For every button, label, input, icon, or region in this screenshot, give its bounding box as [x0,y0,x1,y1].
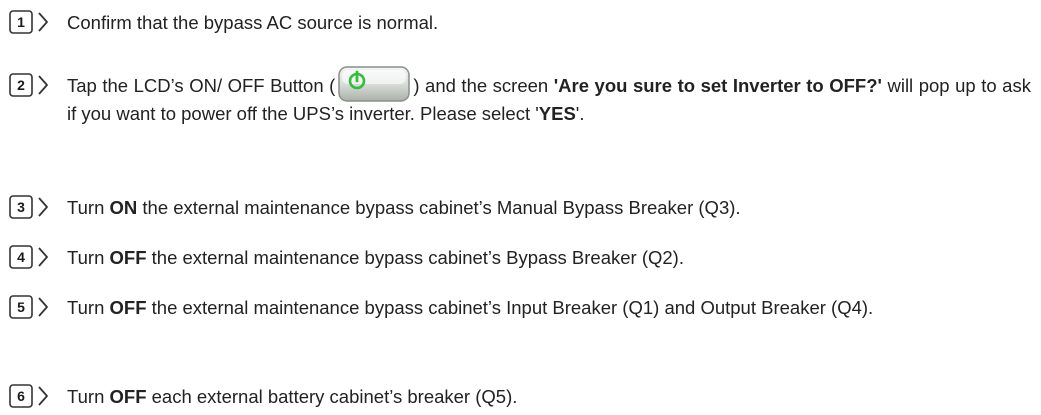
confirmation-dialog-text: 'Are you sure to set Inverter to OFF?' [553,75,882,96]
step-5: 5 Turn OFF the external maintenance bypa… [9,294,1031,322]
step-number: 3 [17,199,25,215]
step-2: 2 Tap the LCD’s ON/ OFF Button ( ) and t… [9,66,1031,128]
step-number-badge: 3 [9,195,55,219]
step-text: Turn OFF the external maintenance bypass… [67,294,1031,322]
step-4: 4 Turn OFF the external maintenance bypa… [9,244,1031,272]
step-text-segment: ) and the screen [413,75,554,96]
step-text: Confirm that the bypass AC source is nor… [67,9,1031,37]
action-keyword: ON [109,197,138,218]
step-text-segment: Turn [67,297,110,318]
step-text: Turn ON the external maintenance bypass … [67,194,1031,222]
step-number-badge: 4 [9,245,55,269]
step-text-segment: the external maintenance bypass cabinet’… [146,297,874,318]
step-text-segment: Confirm that the bypass AC source is nor… [67,12,439,33]
step-text-segment: Turn [67,247,110,268]
step-text-segment: Tap the LCD’s ON/ OFF Button ( [67,75,336,96]
step-number: 1 [17,14,25,30]
lcd-on-off-button-image [337,64,411,104]
step-text: Turn OFF the external maintenance bypass… [67,244,1031,272]
step-1: 1 Confirm that the bypass AC source is n… [9,9,1031,37]
step-text-segment: the external maintenance bypass cabinet’… [137,197,741,218]
step-number-badge: 5 [9,295,55,319]
step-3: 3 Turn ON the external maintenance bypas… [9,194,1031,222]
step-text-segment: Turn [67,386,110,407]
step-6: 6 Turn OFF each external battery cabinet… [9,383,1031,411]
power-icon [338,66,411,102]
step-number: 6 [17,388,25,404]
action-keyword: OFF [109,297,147,318]
step-number: 4 [17,249,25,265]
step-text-segment: each external battery cabinet’s breaker … [146,386,518,407]
action-keyword: OFF [109,386,147,407]
step-number: 2 [17,77,25,93]
step-text: Tap the LCD’s ON/ OFF Button ( ) and the… [67,66,1031,128]
step-number-badge: 2 [9,73,55,97]
step-number-badge: 1 [9,10,55,34]
step-text-segment: the external maintenance bypass cabinet’… [146,247,684,268]
step-text-segment: Turn [67,197,110,218]
step-text: Turn OFF each external battery cabinet’s… [67,383,1031,411]
action-keyword: OFF [109,247,147,268]
step-number-badge: 6 [9,384,55,408]
step-number: 5 [17,299,25,315]
yes-option-text: YES [538,103,576,124]
step-text-segment: '. [575,103,585,124]
